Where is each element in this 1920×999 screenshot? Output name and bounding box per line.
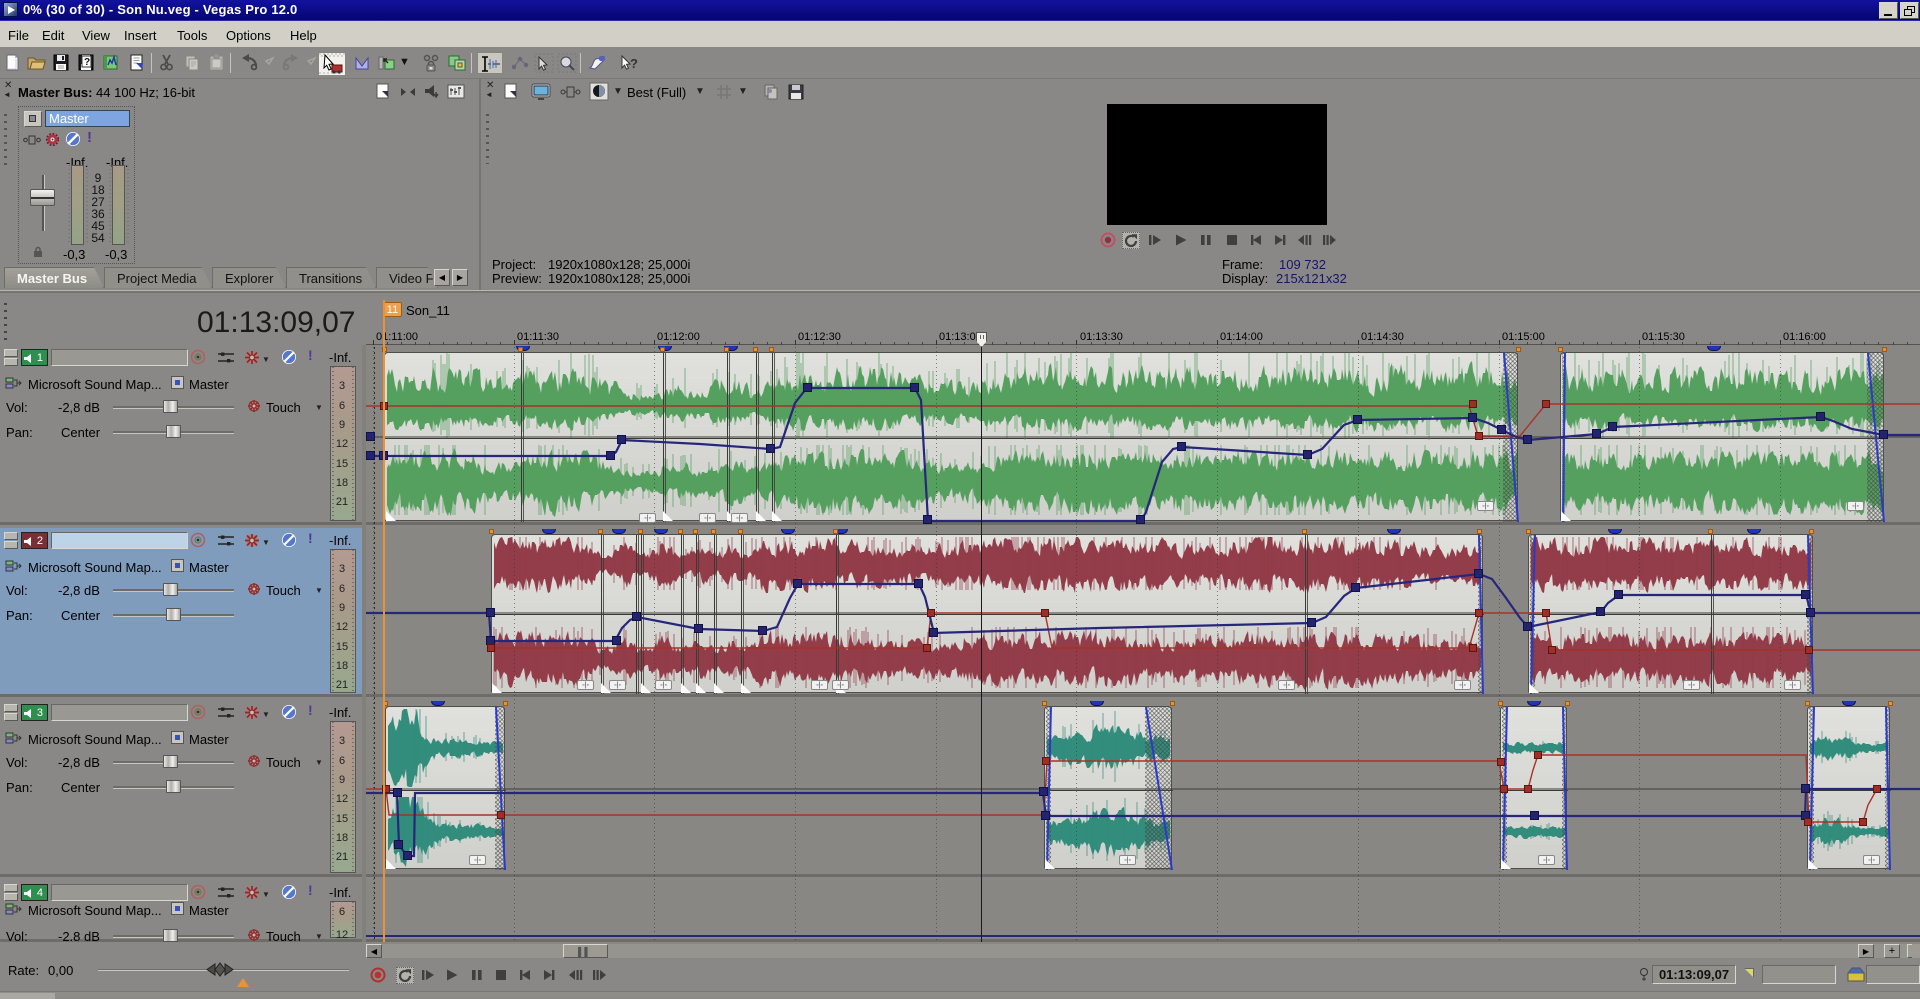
svg-text:?: ? [630,56,638,71]
svg-text:?: ? [84,57,90,68]
